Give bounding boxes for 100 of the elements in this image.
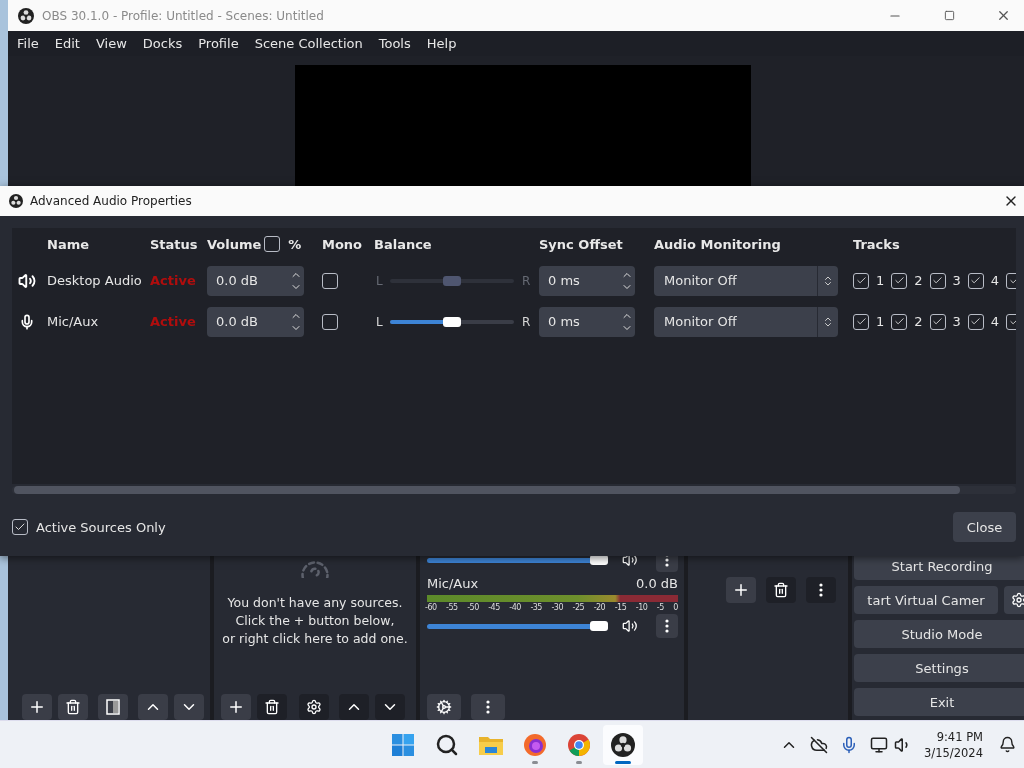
window-title: OBS 30.1.0 - Profile: Untitled - Scenes: Untitled [42,8,325,23]
meter-scale-label: -20 [593,603,606,612]
checkmark-icon [893,275,905,286]
checkmark-icon [14,521,26,533]
checkbox[interactable] [929,313,946,330]
logo-icon [9,194,23,208]
notification-icon[interactable] [999,736,1016,753]
move-down-button[interactable] [375,694,405,720]
meter-scale-label: -30 [551,603,564,612]
menu-item[interactable]: Profile [190,36,247,51]
cloud-off-icon[interactable] [810,735,829,754]
move-up-button[interactable] [138,694,168,720]
sync-offset-field[interactable]: 0 ms [539,306,635,337]
empty-sources-message: You don't have any sources. Click the + button below, or right click here to add one. [221,594,409,648]
meter-scale-label: -25 [572,603,585,612]
monitoring-dropdown[interactable]: Monitor Off [654,265,838,296]
track-number: 3 [952,314,961,329]
speaker-icon[interactable] [622,617,638,635]
balance-slider[interactable] [390,316,514,327]
monitoring-dropdown[interactable]: Monitor Off [654,306,838,337]
checkbox[interactable] [12,519,28,535]
checkbox-label: Active Sources Only [36,519,166,535]
menu-item[interactable]: Tools [370,36,419,51]
meter-scale-label: -60 [425,603,437,612]
control-button[interactable]: Exit [854,688,1024,716]
volume-slider[interactable] [427,621,608,631]
control-button[interactable]: Settings [854,654,1024,682]
more-icon [819,583,823,597]
control-button[interactable]: Start Recording [854,556,1024,580]
add-button[interactable] [726,577,756,603]
checkbox[interactable] [322,313,338,330]
sync-offset-field[interactable]: 0 ms [539,265,635,296]
menu-item[interactable]: View [87,36,135,51]
checkmark-icon [970,316,982,327]
checkbox[interactable] [891,313,908,330]
track-number: 2 [914,314,923,329]
trash-icon [264,699,280,715]
browser-icon[interactable] [567,732,591,757]
menu-item[interactable]: Help [418,36,465,51]
search-icon[interactable] [435,732,459,757]
checkbox[interactable] [853,313,869,330]
dropdown-arrows-icon [822,274,834,287]
track-number: 3 [952,273,961,288]
delete-button[interactable] [58,694,88,720]
more-icon [486,700,490,714]
clock-time: 9:41 PM [936,728,983,745]
status-text: Active [150,314,196,329]
settings-icon [306,699,322,715]
mixer-settings-button[interactable] [427,694,461,720]
more-icon [664,619,669,633]
browser-icon[interactable] [523,732,547,757]
logo-icon [611,732,635,757]
filter-button[interactable] [98,694,128,720]
settings-button[interactable] [299,694,329,720]
speaker-icon[interactable] [622,556,638,569]
track-number: 1 [876,273,885,288]
delete-button[interactable] [257,694,287,720]
menu-item[interactable]: File [9,36,47,51]
move-down-button[interactable] [174,694,204,720]
meter-scale-label: -15 [614,603,627,612]
checkbox[interactable] [264,236,281,252]
volume-field[interactable]: 0.0 dB [207,306,304,337]
gear-icon [436,699,452,715]
volume-reading: 0.0 dB [636,576,678,591]
logo-icon [18,7,34,24]
volume-field[interactable]: 0.0 dB [207,265,304,296]
clock-date: 3/15/2024 [924,744,983,761]
windows-logo-icon[interactable] [391,732,415,757]
left-label: L [375,273,384,288]
meter-scale-label: -35 [530,603,542,612]
delete-button[interactable] [766,577,796,603]
control-button[interactable]: tart Virtual Camer [854,586,998,614]
plus-icon [732,581,750,599]
menu-item[interactable]: Scene Collection [246,36,371,51]
close-button[interactable]: Close [953,512,1016,542]
checkbox[interactable] [891,272,908,289]
checkbox[interactable] [322,272,338,289]
column-header: Status [150,236,199,252]
checkbox[interactable] [967,272,984,289]
menu-item[interactable]: Docks [134,36,191,51]
more-button[interactable] [655,614,678,638]
meter-scale-label: -55 [446,603,458,612]
meter-scale-label: 0 [673,603,678,612]
menu-item[interactable]: Edit [46,36,88,51]
horizontal-scrollbar[interactable] [12,486,1016,494]
checkbox[interactable] [929,272,946,289]
move-up-button[interactable] [339,694,369,720]
checkbox[interactable] [853,272,869,289]
maximize-icon[interactable] [943,10,955,21]
network-icon[interactable] [870,735,889,754]
meter-scale-label: -10 [635,603,648,612]
plus-icon [28,698,46,716]
checkbox[interactable] [967,313,984,330]
control-button[interactable]: Studio Mode [854,620,1024,648]
checkmark-icon [893,316,905,327]
checkmark-icon [970,275,982,286]
dropdown-arrows-icon [822,315,834,328]
add-button[interactable] [221,694,251,720]
add-button[interactable] [22,694,52,720]
trash-icon [773,582,789,598]
